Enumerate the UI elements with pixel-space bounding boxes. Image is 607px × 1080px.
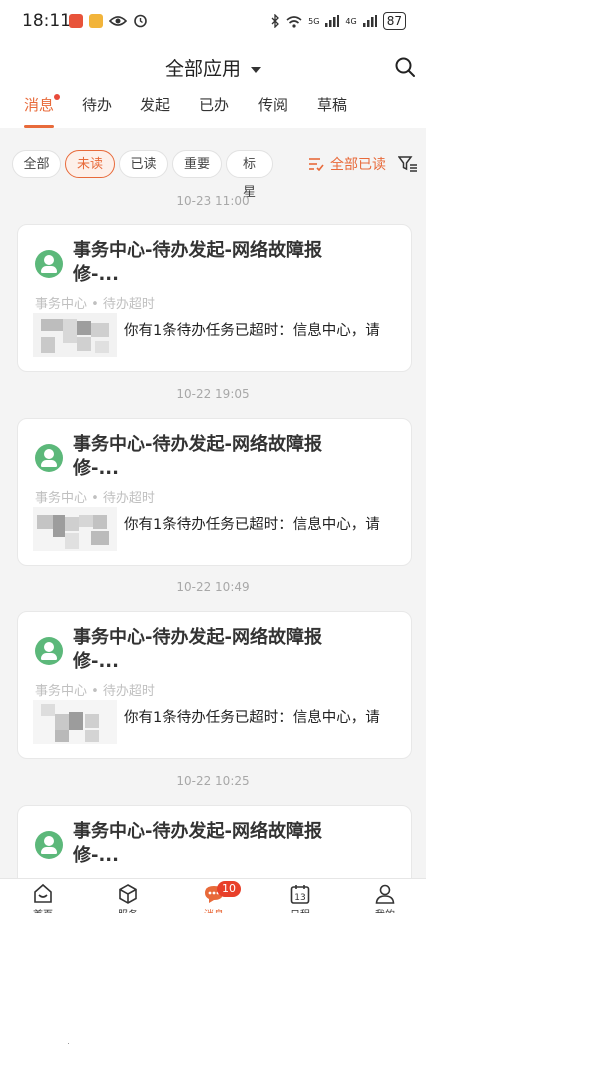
bottom-nav: 首页 服务 10 消息 13 日程 我的 — [0, 878, 426, 913]
wifi-icon — [286, 15, 302, 28]
filter-icon[interactable] — [398, 154, 418, 174]
list-check-icon — [309, 158, 324, 171]
app-notification-icon — [69, 13, 83, 28]
system-status: 5G 4G 87 — [270, 12, 406, 30]
bluetooth-icon — [271, 14, 280, 28]
tab-label: 已办 — [199, 96, 230, 114]
page-title: 全部应用 — [164, 58, 241, 80]
speck — [68, 1043, 69, 1044]
notification-icons — [69, 13, 148, 28]
app-switcher[interactable]: 全部应用 — [0, 54, 426, 81]
filter-starred[interactable]: 标星 — [226, 150, 273, 200]
signal-bars-icon — [325, 15, 340, 27]
sender-avatar-icon — [35, 444, 63, 472]
signal-4g-label: 4G — [345, 16, 357, 26]
message-body: 你有1条待办任务已超时：信息中心，请 — [124, 323, 380, 339]
nav-label: 我的 — [360, 906, 410, 913]
message-title: 事务中心-待办发起-网络故障报 修-... — [73, 821, 322, 866]
message-date: 10-22 10:49 — [176, 580, 250, 594]
message-date: 10-22 10:25 — [176, 774, 250, 788]
search-icon[interactable] — [394, 56, 416, 78]
message-title: 事务中心-待办发起-网络故障报 修-... — [73, 627, 322, 672]
signal-5g-label: 5G — [308, 16, 320, 26]
pixelated-image — [33, 700, 117, 744]
tab-messages[interactable]: 消息 — [24, 94, 61, 128]
person-icon — [375, 884, 395, 904]
app-header: 全部应用 消息 待办 发起 已办 传阅 草稿 — [0, 44, 426, 128]
nav-profile[interactable]: 我的 — [360, 883, 410, 913]
nav-label: 首页 — [18, 906, 68, 913]
status-bar: 18:11 5G 4G 87 — [0, 0, 426, 44]
unread-count-badge: 10 — [217, 881, 241, 897]
nav-home[interactable]: 首页 — [18, 883, 68, 913]
tab-label: 待办 — [82, 96, 113, 114]
sender-avatar-icon — [35, 637, 63, 665]
message-title: 事务中心-待办发起-网络故障报 修-... — [73, 434, 322, 479]
tab-drafts[interactable]: 草稿 — [317, 94, 347, 128]
filter-important[interactable]: 重要 — [172, 150, 222, 178]
phone-screen: 18:11 5G 4G 87 全部应用 消息 待办 发起 已办 传阅 草稿 全部… — [0, 0, 426, 913]
message-source: 事务中心 • 待办超时 — [35, 491, 155, 506]
nav-label: 消息 — [189, 906, 239, 913]
cube-icon — [119, 884, 137, 904]
tab-label: 发起 — [140, 96, 171, 114]
tab-done[interactable]: 已办 — [199, 94, 229, 128]
status-time: 18:11 — [22, 11, 71, 31]
message-card[interactable]: 事务中心-待办发起-网络故障报 修-... 事务中心 • 待办超时 你有1条待办任… — [17, 418, 412, 566]
sender-avatar-icon — [35, 250, 63, 278]
message-date: 10-23 11:00 — [176, 194, 250, 208]
message-date: 10-22 19:05 — [176, 387, 250, 401]
battery-level: 87 — [382, 12, 406, 30]
message-card[interactable]: 事务中心-待办发起-网络故障报 修-... 事务中心 • 待办超时 你有1条待办任… — [17, 224, 412, 372]
message-body: 你有1条待办任务已超时：信息中心，请 — [124, 710, 380, 726]
message-body: 你有1条待办任务已超时：信息中心，请 — [124, 517, 380, 533]
tab-label: 消息 — [24, 96, 55, 114]
mark-all-read-button[interactable]: 全部已读 — [308, 154, 386, 174]
calendar-icon: 13 — [290, 885, 310, 904]
tab-circulate[interactable]: 传阅 — [258, 94, 288, 128]
message-card[interactable]: 事务中心-待办发起-网络故障报 修-... 事务中心 • 待办超时 你有1条待办任… — [17, 611, 412, 759]
message-title: 事务中心-待办发起-网络故障报 修-... — [73, 240, 322, 285]
eye-icon — [109, 15, 127, 26]
nav-messages[interactable]: 10 消息 — [189, 881, 241, 913]
mark-all-read-label: 全部已读 — [330, 157, 386, 173]
nav-schedule[interactable]: 13 日程 — [275, 883, 325, 913]
filter-unread[interactable]: 未读 — [65, 150, 115, 178]
home-icon — [34, 883, 52, 903]
alarm-icon — [134, 14, 147, 28]
nav-label: 服务 — [103, 906, 153, 913]
category-tabs: 消息 待办 发起 已办 传阅 草稿 — [0, 94, 426, 128]
message-source: 事务中心 • 待办超时 — [35, 297, 155, 312]
unread-dot — [54, 94, 61, 100]
tab-todo[interactable]: 待办 — [82, 94, 112, 128]
tab-label: 传阅 — [258, 96, 289, 114]
filter-read[interactable]: 已读 — [119, 150, 168, 178]
pixelated-image — [33, 313, 117, 357]
tab-label: 草稿 — [317, 96, 348, 114]
message-source: 事务中心 • 待办超时 — [35, 684, 155, 699]
nav-label: 日程 — [275, 906, 325, 913]
calendar-day: 13 — [294, 893, 305, 903]
mail-notification-icon — [89, 13, 103, 28]
signal-bars-icon — [362, 15, 377, 27]
nav-services[interactable]: 服务 — [103, 883, 153, 913]
caret-down-icon — [251, 66, 261, 73]
pixelated-image — [33, 507, 117, 551]
sender-avatar-icon — [35, 831, 63, 859]
filter-bar: 全部 未读 已读 重要 标星 全部已读 — [0, 146, 426, 200]
filter-all[interactable]: 全部 — [12, 150, 61, 178]
tab-initiated[interactable]: 发起 — [140, 94, 170, 128]
